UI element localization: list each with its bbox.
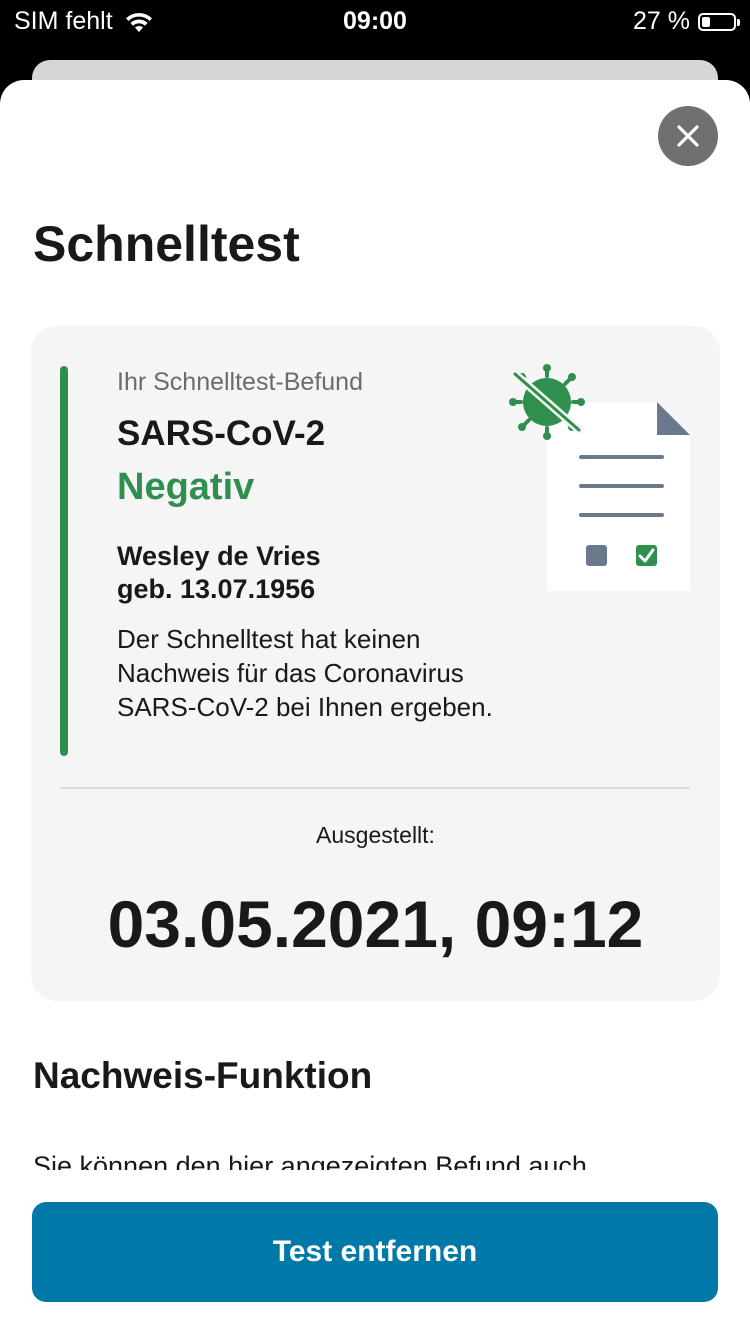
page-title: Schnelltest <box>33 216 300 272</box>
result-description: Der Schnelltest hat keinen Nachweis für … <box>117 624 493 722</box>
virus-name: SARS-CoV-2 <box>117 414 326 453</box>
battery-icon <box>698 12 740 31</box>
result-label: Ihr Schnelltest-Befund <box>117 368 363 396</box>
issued-label: Ausgestellt: <box>316 822 435 848</box>
remove-test-button[interactable]: Test entfernen <box>32 1202 718 1302</box>
result-card: Ihr Schnelltest-Befund SARS-CoV-2 Negati… <box>31 326 720 1001</box>
person-name: Wesley de Vries <box>117 541 321 571</box>
section-text: Sie können den hier angezeigten Befund a… <box>33 1151 587 1172</box>
result-status-bar <box>60 366 68 756</box>
modal-sheet: Schnelltest Ihr Schnelltest-Befund SARS-… <box>0 80 750 1334</box>
close-icon <box>677 125 699 147</box>
section-heading: Nachweis-Funktion <box>33 1055 373 1096</box>
test-document-virus-icon <box>509 364 690 591</box>
close-button[interactable] <box>658 106 718 166</box>
person-birthdate: geb. 13.07.1956 <box>117 574 316 604</box>
test-result: Negativ <box>117 466 255 508</box>
status-bar: SIM fehlt 09:00 27 % <box>0 0 750 42</box>
battery-level <box>702 16 710 27</box>
person-info: Wesley de Vries geb. 13.07.1956 <box>117 540 321 606</box>
issued-date: 03.05.2021, 09:12 <box>107 887 644 961</box>
battery-percent: 27 % <box>633 7 690 35</box>
card-divider <box>60 787 690 789</box>
battery-info: 27 % <box>633 7 740 36</box>
section-text-container: Sie können den hier angezeigten Befund a… <box>33 1140 723 1172</box>
